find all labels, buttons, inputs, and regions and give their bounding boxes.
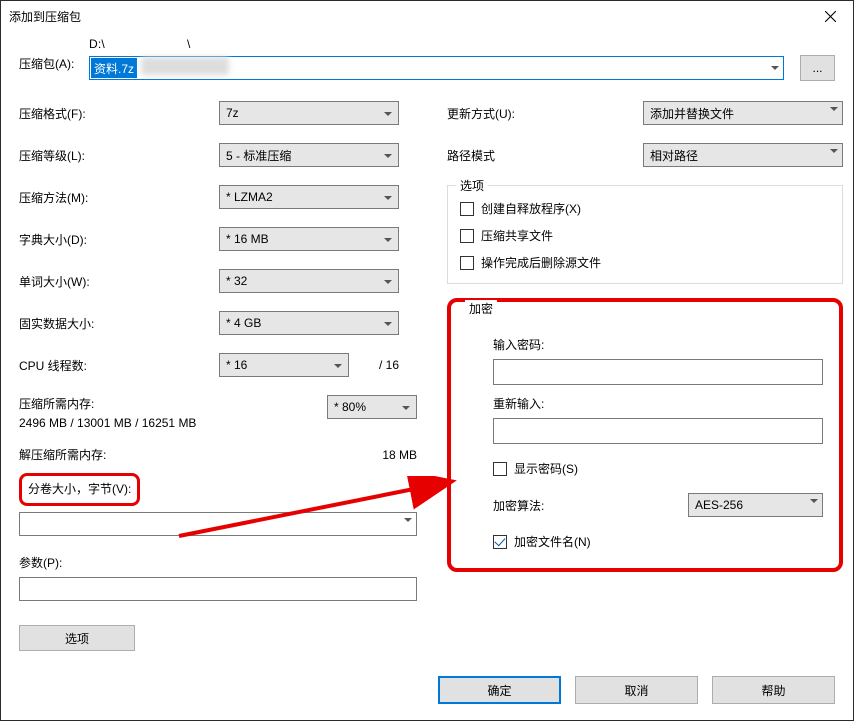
redaction-mask bbox=[141, 57, 229, 75]
options-legend: 选项 bbox=[456, 177, 488, 194]
chevron-down-icon bbox=[382, 275, 394, 289]
chevron-down-icon bbox=[332, 359, 344, 373]
cpu-label: CPU 线程数: bbox=[19, 357, 219, 374]
level-combo[interactable]: 5 - 标准压缩 bbox=[219, 143, 399, 167]
chevron-down-icon[interactable] bbox=[768, 60, 782, 76]
close-button[interactable] bbox=[807, 1, 853, 31]
password2-input[interactable] bbox=[493, 418, 823, 444]
delete-label: 操作完成后删除源文件 bbox=[481, 254, 601, 271]
solid-combo[interactable]: * 4 GB bbox=[219, 311, 399, 335]
chevron-down-icon bbox=[382, 317, 394, 331]
cpu-total: / 16 bbox=[367, 358, 399, 372]
encryption-highlight: 加密 输入密码: 重新输入: 显示密码(S) 加密算法: AES-256 加密文… bbox=[447, 298, 843, 572]
window-title: 添加到压缩包 bbox=[9, 8, 81, 25]
mem-enc-label: 压缩所需内存: bbox=[19, 395, 196, 412]
archive-label: 压缩包(A): bbox=[19, 37, 79, 72]
title-bar: 添加到压缩包 bbox=[1, 1, 853, 31]
word-combo[interactable]: * 32 bbox=[219, 269, 399, 293]
shared-checkbox[interactable] bbox=[460, 229, 474, 243]
delete-checkbox[interactable] bbox=[460, 256, 474, 270]
method-label: 压缩方法(M): bbox=[19, 189, 219, 206]
format-label: 压缩格式(F): bbox=[19, 105, 219, 122]
param-input[interactable] bbox=[19, 577, 417, 601]
mem-dec-value: 18 MB bbox=[382, 448, 417, 462]
browse-button[interactable]: ... bbox=[800, 55, 835, 81]
password-input[interactable] bbox=[493, 359, 823, 385]
chevron-down-icon bbox=[404, 518, 412, 522]
pathmode-label: 路径模式 bbox=[447, 147, 587, 164]
password2-label: 重新输入: bbox=[493, 395, 823, 412]
pathmode-combo[interactable]: 相对路径 bbox=[643, 143, 843, 167]
update-combo[interactable]: 添加并替换文件 bbox=[643, 101, 843, 125]
format-combo[interactable]: 7z bbox=[219, 101, 399, 125]
solid-label: 固实数据大小: bbox=[19, 315, 219, 332]
sfx-checkbox[interactable] bbox=[460, 202, 474, 216]
enc-alg-combo[interactable]: AES-256 bbox=[688, 493, 823, 517]
archive-filename-selection: 资料.7z bbox=[91, 58, 137, 78]
level-label: 压缩等级(L): bbox=[19, 147, 219, 164]
method-combo[interactable]: * LZMA2 bbox=[219, 185, 399, 209]
chevron-down-icon bbox=[830, 149, 838, 153]
encryption-legend: 加密 bbox=[465, 300, 497, 317]
mem-dec-label: 解压缩所需内存: bbox=[19, 446, 106, 463]
cancel-button[interactable]: 取消 bbox=[575, 676, 698, 704]
dict-label: 字典大小(D): bbox=[19, 231, 219, 248]
mem-enc-combo[interactable]: * 80% bbox=[327, 395, 417, 419]
show-password-checkbox[interactable] bbox=[493, 462, 507, 476]
chevron-down-icon bbox=[382, 107, 394, 121]
right-column: 更新方式(U): 添加并替换文件 路径模式 相对路径 选项 创建自释放程序(X)… bbox=[447, 101, 843, 651]
chevron-down-icon bbox=[810, 499, 818, 503]
cpu-combo[interactable]: * 16 bbox=[219, 353, 349, 377]
volume-label-highlight: 分卷大小，字节(V): bbox=[19, 473, 140, 506]
volume-combo[interactable] bbox=[19, 512, 417, 536]
archive-path: D:\XXXXXXXXXX\ bbox=[89, 37, 835, 51]
options-fieldset: 选项 创建自释放程序(X) 压缩共享文件 操作完成后删除源文件 bbox=[447, 185, 843, 284]
chevron-down-icon bbox=[830, 107, 838, 111]
sfx-label: 创建自释放程序(X) bbox=[481, 200, 581, 217]
chevron-down-icon bbox=[382, 233, 394, 247]
left-column: 压缩格式(F): 7z 压缩等级(L): 5 - 标准压缩 压缩方法(M): *… bbox=[19, 101, 417, 651]
shared-label: 压缩共享文件 bbox=[481, 227, 553, 244]
word-label: 单词大小(W): bbox=[19, 273, 219, 290]
dialog-buttons: 确定 取消 帮助 bbox=[438, 676, 835, 704]
mem-enc-detail: 2496 MB / 13001 MB / 16251 MB bbox=[19, 416, 196, 430]
chevron-down-icon bbox=[382, 191, 394, 205]
chevron-down-icon bbox=[382, 149, 394, 163]
encrypt-names-checkbox[interactable] bbox=[493, 535, 507, 549]
help-button[interactable]: 帮助 bbox=[712, 676, 835, 704]
options-button[interactable]: 选项 bbox=[19, 625, 135, 651]
param-label: 参数(P): bbox=[19, 554, 417, 571]
ok-button[interactable]: 确定 bbox=[438, 676, 561, 704]
show-password-label: 显示密码(S) bbox=[514, 460, 578, 477]
update-label: 更新方式(U): bbox=[447, 105, 587, 122]
password-label: 输入密码: bbox=[493, 336, 823, 353]
close-icon bbox=[825, 11, 836, 22]
enc-alg-label: 加密算法: bbox=[493, 497, 544, 514]
encrypt-names-label: 加密文件名(N) bbox=[514, 533, 591, 550]
volume-label: 分卷大小，字节(V): bbox=[28, 482, 131, 496]
dict-combo[interactable]: * 16 MB bbox=[219, 227, 399, 251]
chevron-down-icon bbox=[400, 401, 412, 415]
